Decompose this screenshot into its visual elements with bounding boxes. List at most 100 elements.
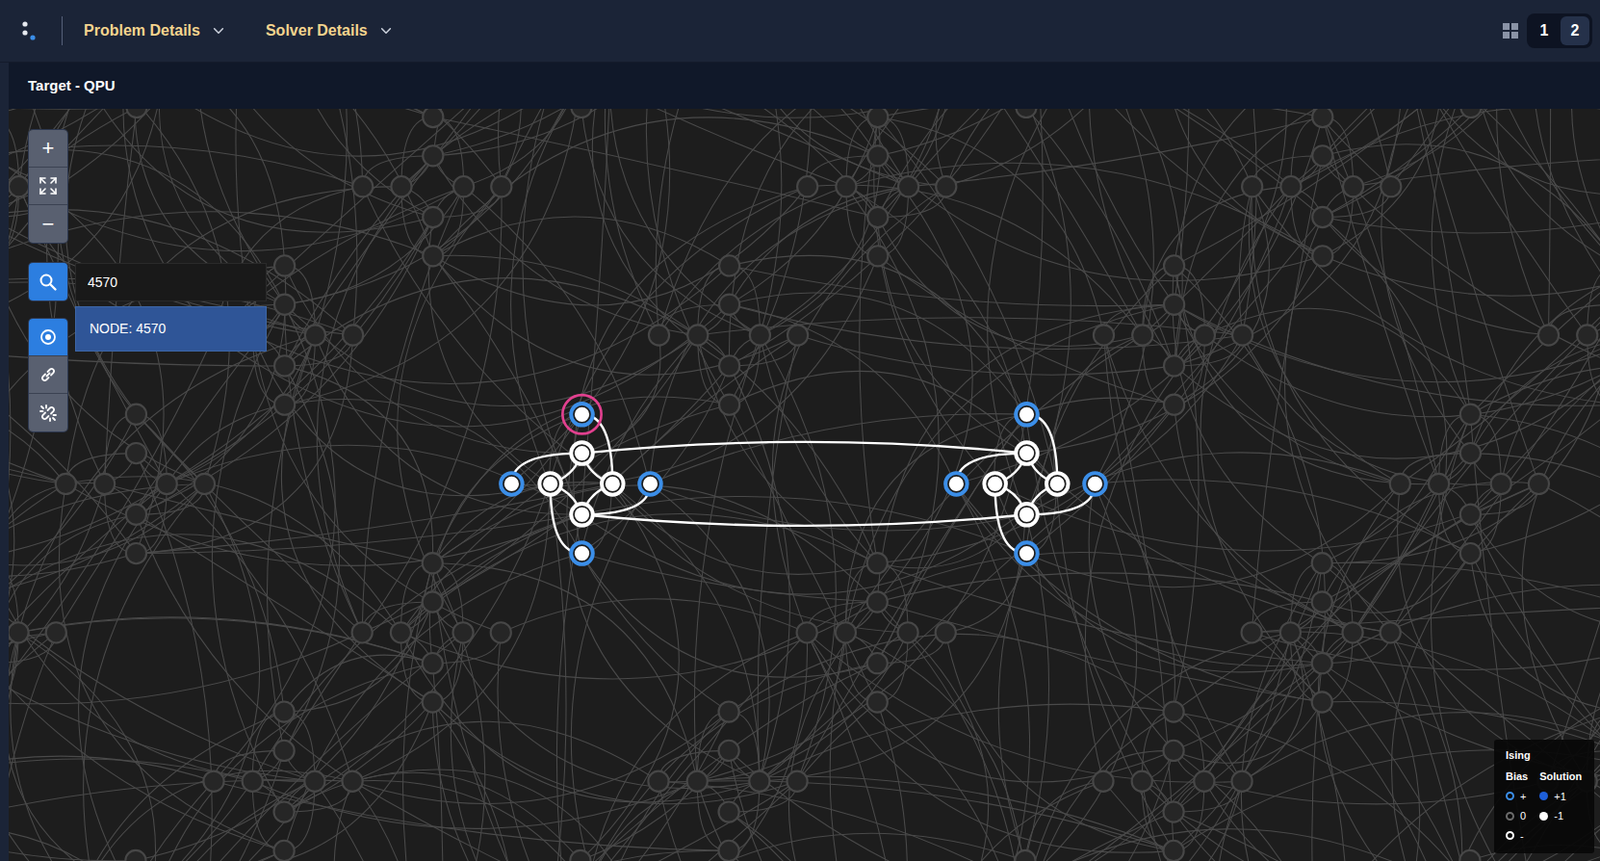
solution-fill <box>642 475 659 492</box>
unlink-tool-button[interactable] <box>28 393 68 432</box>
logo[interactable] <box>21 19 60 43</box>
select-icon <box>38 327 58 347</box>
qubit-node[interactable] <box>943 470 969 497</box>
bias-ring <box>568 501 594 528</box>
legend: Ising Bias +0 - Solution +1 -1 <box>1494 739 1595 854</box>
top-bar: Problem Details Solver Details 12 <box>0 0 1600 63</box>
qubit-node[interactable] <box>1082 470 1108 497</box>
target-panel: Target - QPU +−NODE: 4570IsingBias+0-Sol… <box>8 62 1600 861</box>
qubit-node[interactable] <box>568 540 594 567</box>
search-toggle <box>28 262 68 301</box>
panel-title: Target - QPU <box>27 75 116 98</box>
graph-canvas[interactable]: +−NODE: 4570IsingBias+0-Solution+1-1 <box>8 108 1600 861</box>
chevron-icon <box>379 24 393 38</box>
qubit-node[interactable] <box>537 470 563 497</box>
qubit-node[interactable] <box>981 470 1007 497</box>
solution-label: -1 <box>1553 807 1564 825</box>
qubit-node[interactable] <box>1013 501 1039 528</box>
bias-ring <box>498 470 524 497</box>
panel-header: Target - QPU <box>8 62 1600 109</box>
bias-column: Bias +0 - <box>1505 768 1528 844</box>
qubit-node[interactable] <box>599 470 625 497</box>
solution-fill <box>986 475 1004 492</box>
bias-swatch <box>1505 811 1515 821</box>
solution-fill <box>1049 475 1066 492</box>
bias-ring <box>568 439 594 466</box>
solution-fill <box>573 544 591 562</box>
grid-icon <box>1501 22 1520 40</box>
solution-fill <box>948 475 965 492</box>
bias-ring <box>537 470 563 497</box>
bias-entry: + <box>1505 788 1528 805</box>
coupler-edge[interactable] <box>582 441 1028 454</box>
qubit-node[interactable] <box>562 394 601 434</box>
zoom-out-button[interactable]: − <box>28 205 68 243</box>
legend-columns: Bias +0 - Solution +1 -1 <box>1505 768 1585 844</box>
bias-entry: - <box>1505 827 1528 845</box>
legend-title: Ising <box>1505 747 1585 764</box>
qpu-graph[interactable] <box>8 108 1600 861</box>
bias-swatch <box>1505 830 1515 840</box>
bias-ring <box>1013 439 1039 466</box>
bias-ring <box>599 470 625 497</box>
menu-button[interactable]: Solver Details <box>263 13 403 49</box>
solution-fill <box>573 406 591 423</box>
layout-button[interactable]: 1 <box>1529 16 1559 46</box>
solution-fill <box>1018 506 1035 523</box>
coupler-edge[interactable] <box>582 514 1028 526</box>
bias-ring <box>981 470 1007 497</box>
background-qubits <box>8 108 1600 861</box>
qubit-node[interactable] <box>637 470 663 497</box>
layout-button[interactable]: 2 <box>1560 16 1590 46</box>
bias-label: + <box>1520 788 1526 805</box>
solution-swatch <box>1539 791 1549 800</box>
active-couplers <box>511 413 1095 553</box>
solution-fill <box>1018 406 1035 423</box>
bias-label: - <box>1520 827 1524 845</box>
solution-swatch <box>1539 811 1549 821</box>
bias-label: 0 <box>1520 807 1526 825</box>
search-icon <box>38 272 58 292</box>
background-couplers <box>8 108 1600 861</box>
solution-entry: -1 <box>1539 807 1582 825</box>
search-results: NODE: 4570 <box>75 306 267 352</box>
menu-button[interactable]: Problem Details <box>81 13 235 49</box>
search-button[interactable] <box>28 262 68 301</box>
fit-button[interactable] <box>28 167 68 206</box>
solution-entry: +1 <box>1539 788 1582 805</box>
qubit-node[interactable] <box>568 439 594 466</box>
bias-ring <box>637 470 663 497</box>
divider <box>61 16 63 46</box>
bias-ring <box>1013 401 1039 428</box>
link-tool-button[interactable] <box>28 356 68 394</box>
bias-ring <box>943 470 969 497</box>
bias-swatch <box>1505 791 1515 800</box>
bias-header: Bias <box>1505 768 1528 785</box>
solution-fill <box>541 475 559 492</box>
tool-controls <box>28 318 68 432</box>
logo-icon <box>21 19 37 43</box>
result-label: NODE: 4570 <box>89 320 166 336</box>
menu-label: Solver Details <box>265 19 368 43</box>
solution-fill <box>1086 475 1104 492</box>
bias-ring <box>1082 470 1108 497</box>
qubit-node[interactable] <box>1013 540 1039 567</box>
qubit-node[interactable] <box>1013 401 1039 428</box>
qubit-node[interactable] <box>568 501 594 528</box>
zoom-controls: +− <box>28 129 68 243</box>
zoom-in-button[interactable]: + <box>28 129 68 168</box>
qubit-node[interactable] <box>498 470 524 497</box>
link-icon <box>38 364 58 385</box>
search-result[interactable]: NODE: 4570 <box>75 306 267 352</box>
search-input[interactable] <box>75 262 267 302</box>
solution-fill <box>573 506 591 523</box>
solution-fill <box>604 475 621 492</box>
bias-ring <box>568 540 594 567</box>
layout-switch: 12 <box>1526 13 1593 49</box>
solution-fill <box>1018 444 1035 462</box>
select-tool-button[interactable] <box>28 318 68 357</box>
qubit-node[interactable] <box>1013 439 1039 466</box>
solution-fill <box>1018 544 1035 562</box>
qubit-node[interactable] <box>1044 470 1070 497</box>
solution-header: Solution <box>1539 768 1582 785</box>
